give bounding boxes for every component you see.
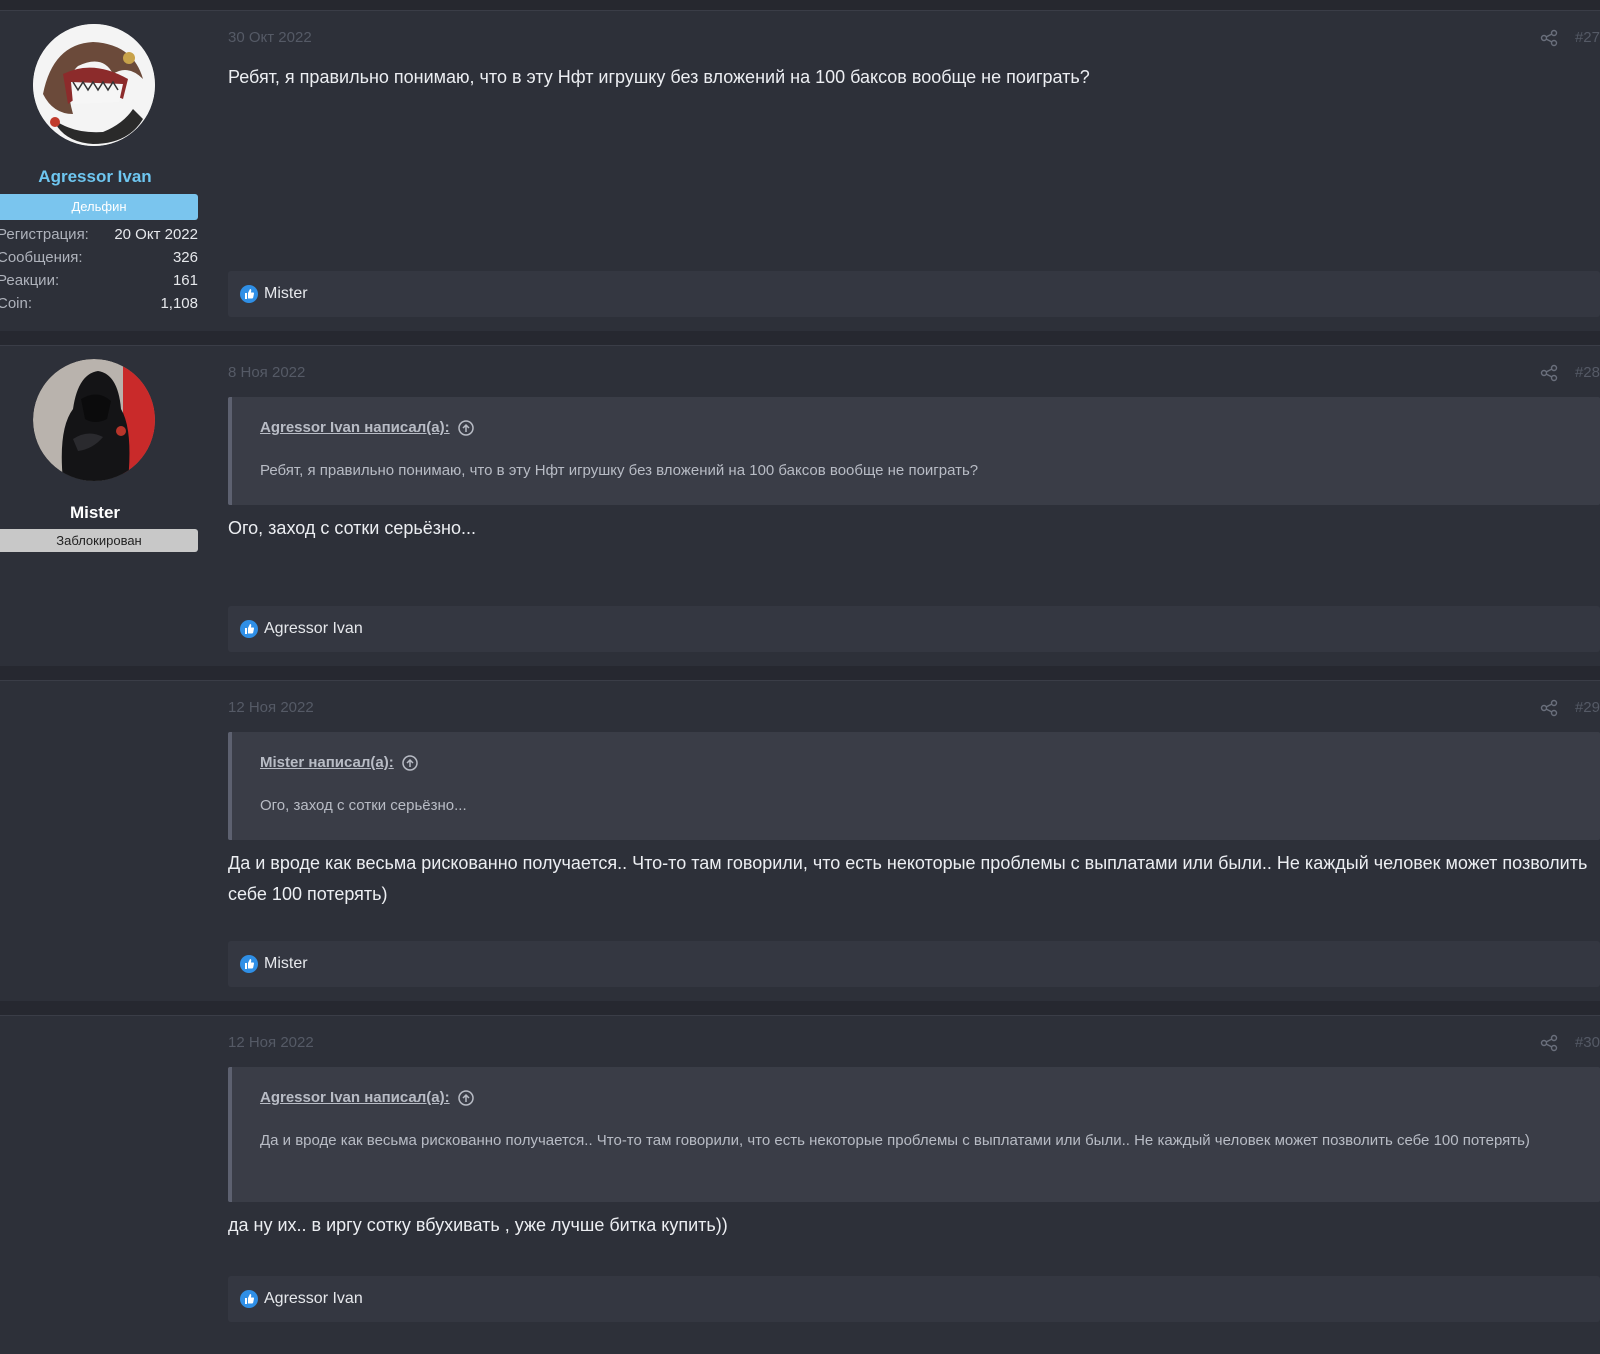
post: Mister Заблокирован 8 Ноя 2022 #28 Agres… <box>0 345 1600 666</box>
post: 12 Ноя 2022 #29 Mister написал(а): Ого, … <box>0 680 1600 1001</box>
quote-author-link[interactable]: Mister написал(а): <box>260 754 418 771</box>
user-title-badge: Заблокирован <box>0 529 198 552</box>
thumbs-up-icon <box>240 1290 258 1308</box>
share-icon[interactable] <box>1540 1034 1558 1052</box>
post-separator <box>0 666 1600 680</box>
reaction-user[interactable]: Mister <box>264 955 308 973</box>
arrow-up-circle-icon[interactable] <box>457 419 474 436</box>
reactions-bar[interactable]: Agressor Ivan <box>228 606 1600 652</box>
post-main: 12 Ноя 2022 #29 Mister написал(а): Ого, … <box>228 681 1600 1001</box>
quote-author-link[interactable]: Agressor Ivan написал(а): <box>260 1089 474 1106</box>
stat-label: Реакции: <box>0 272 60 289</box>
stat-label: Сообщения: <box>0 249 83 266</box>
thumbs-up-icon <box>240 285 258 303</box>
quote-author[interactable]: Agressor Ivan написал(а): <box>260 419 450 436</box>
post: Agressor Ivan Дельфин Регистрация: 20 Окт… <box>0 10 1600 331</box>
share-icon[interactable] <box>1540 364 1558 382</box>
arrow-up-circle-icon[interactable] <box>402 754 418 771</box>
stat-value: 1,108 <box>160 295 198 312</box>
thumbs-up-icon <box>240 955 258 973</box>
post-message: Да и вроде как весьма рискованно получае… <box>228 853 1588 904</box>
user-stats: Регистрация: 20 Окт 2022 Сообщения: 326 Ре… <box>0 223 198 315</box>
stat-reactions: Реакции: 161 <box>0 269 198 292</box>
quote-author[interactable]: Mister написал(а): <box>260 754 394 771</box>
quote-author-link[interactable]: Agressor Ivan написал(а): <box>260 419 474 436</box>
arrow-up-circle-icon[interactable] <box>457 1089 474 1106</box>
quote-text: Да и вроде как весьма рискованно получае… <box>260 1132 1530 1149</box>
stat-registration: Регистрация: 20 Окт 2022 <box>0 223 198 246</box>
post-date[interactable]: 12 Ноя 2022 <box>228 1034 314 1051</box>
reactions-bar[interactable]: Mister <box>228 271 1600 317</box>
reactions-bar[interactable]: Agressor Ivan <box>228 1276 1600 1322</box>
post-message: Ребят, я правильно понимаю, что в эту Нф… <box>228 67 1090 87</box>
quote-text: Ого, заход с сотки серьёзно... <box>260 797 467 814</box>
post-main: 30 Окт 2022 #27 Ребят, я правильно поним… <box>228 11 1600 331</box>
post-date[interactable]: 12 Ноя 2022 <box>228 699 314 716</box>
post-date[interactable]: 8 Ноя 2022 <box>228 364 305 381</box>
post-number[interactable]: #27 <box>1575 29 1600 46</box>
avatar-image <box>33 359 155 481</box>
quote-block: Agressor Ivan написал(а): Да и вроде как… <box>228 1067 1600 1202</box>
user-title-badge: Дельфин <box>0 194 198 220</box>
stat-value: 20 Окт 2022 <box>114 226 198 243</box>
quote-block: Agressor Ivan написал(а): Ребят, я прави… <box>228 397 1600 505</box>
avatar[interactable] <box>33 24 155 146</box>
post-number[interactable]: #29 <box>1575 699 1600 716</box>
quote-author[interactable]: Agressor Ivan написал(а): <box>260 1089 450 1106</box>
share-icon[interactable] <box>1540 699 1558 717</box>
reaction-user[interactable]: Agressor Ivan <box>264 1290 363 1308</box>
avatar-image <box>33 24 155 146</box>
reaction-user[interactable]: Mister <box>264 285 308 303</box>
post-date[interactable]: 30 Окт 2022 <box>228 29 312 46</box>
thumbs-up-icon <box>240 620 258 638</box>
stat-value: 161 <box>172 272 198 289</box>
quote-text: Ребят, я правильно понимаю, что в эту Нф… <box>260 462 979 479</box>
quote-block: Mister написал(а): Ого, заход с сотки се… <box>228 732 1600 840</box>
username[interactable]: Mister <box>0 503 190 523</box>
post-number[interactable]: #28 <box>1575 364 1600 381</box>
post-message: Ого, заход с сотки серьёзно... <box>228 518 476 538</box>
stat-label: Регистрация: <box>0 226 89 243</box>
reactions-bar[interactable]: Mister <box>228 941 1600 987</box>
stat-value: 326 <box>172 249 198 266</box>
post-separator <box>0 331 1600 345</box>
post-main: 12 Ноя 2022 #30 Agressor Ivan написал(а)… <box>228 1016 1600 1354</box>
username[interactable]: Agressor Ivan <box>0 167 190 187</box>
reaction-user[interactable]: Agressor Ivan <box>264 620 363 638</box>
post-separator <box>0 1001 1600 1015</box>
stat-label: Coin: <box>0 295 33 312</box>
post-message: да ну их.. в иргу сотку вбухивать , уже … <box>228 1215 728 1235</box>
post-main: 8 Ноя 2022 #28 Agressor Ivan написал(а):… <box>228 346 1600 666</box>
stat-coin: Coin: 1,108 <box>0 292 198 315</box>
stat-messages: Сообщения: 326 <box>0 246 198 269</box>
post: 12 Ноя 2022 #30 Agressor Ivan написал(а)… <box>0 1015 1600 1354</box>
post-number[interactable]: #30 <box>1575 1034 1600 1051</box>
avatar[interactable] <box>33 359 155 481</box>
share-icon[interactable] <box>1540 29 1558 47</box>
